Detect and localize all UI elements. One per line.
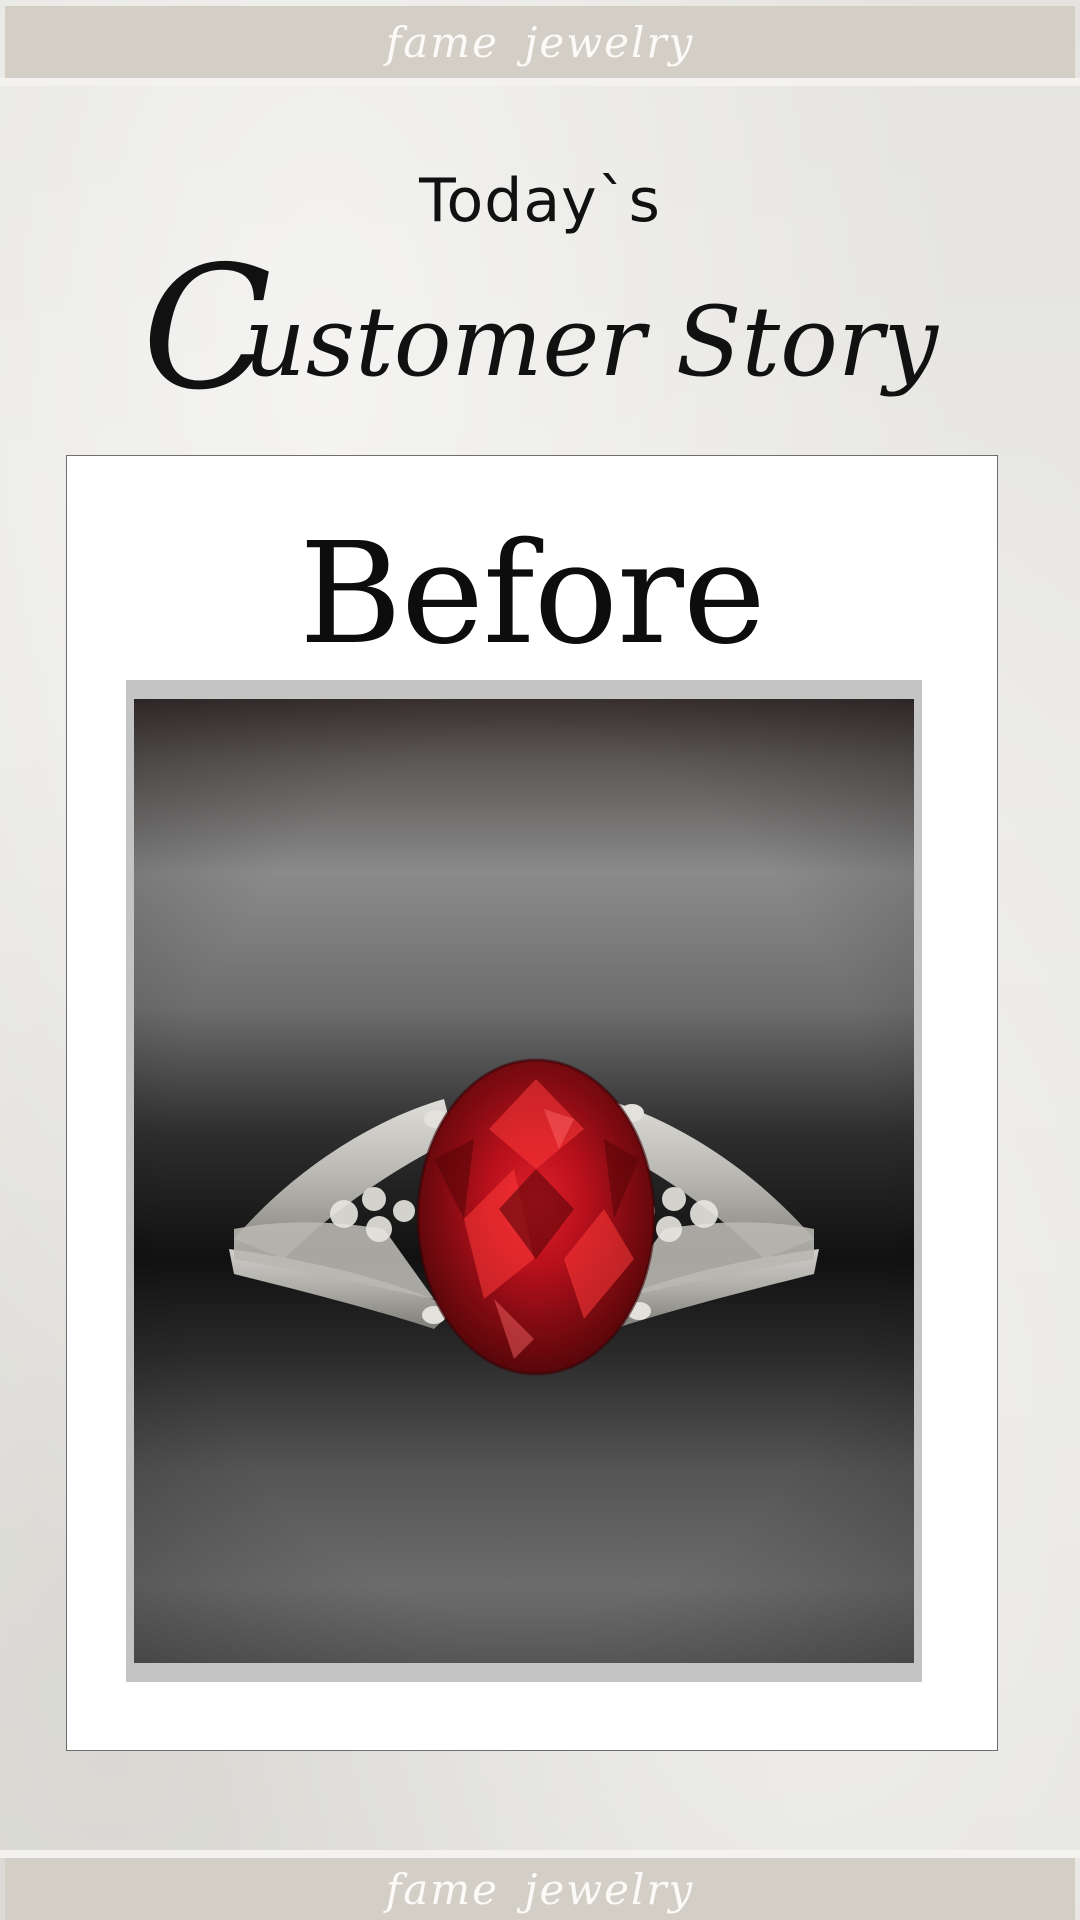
top-divider	[0, 78, 1080, 86]
top-brand-bar: fame jewelry	[5, 6, 1075, 78]
brand-logo-top: fame jewelry	[385, 17, 695, 67]
before-card: Before	[66, 455, 998, 1751]
bottom-brand-bar: fame jewelry	[5, 1858, 1075, 1920]
brand-logo-bottom: fame jewelry	[385, 1864, 695, 1914]
bottom-divider	[0, 1850, 1080, 1858]
title-rest: ustomer Story	[244, 286, 939, 398]
ring-photo	[134, 699, 914, 1663]
ring-image	[134, 699, 914, 1663]
photo-frame	[126, 680, 922, 1682]
page-background: fame jewelry Today`s Customer Story Befo…	[0, 0, 1080, 1920]
customer-story-title: Customer Story	[0, 218, 1080, 428]
before-label: Before	[299, 513, 766, 676]
title-initial: C	[141, 230, 273, 428]
